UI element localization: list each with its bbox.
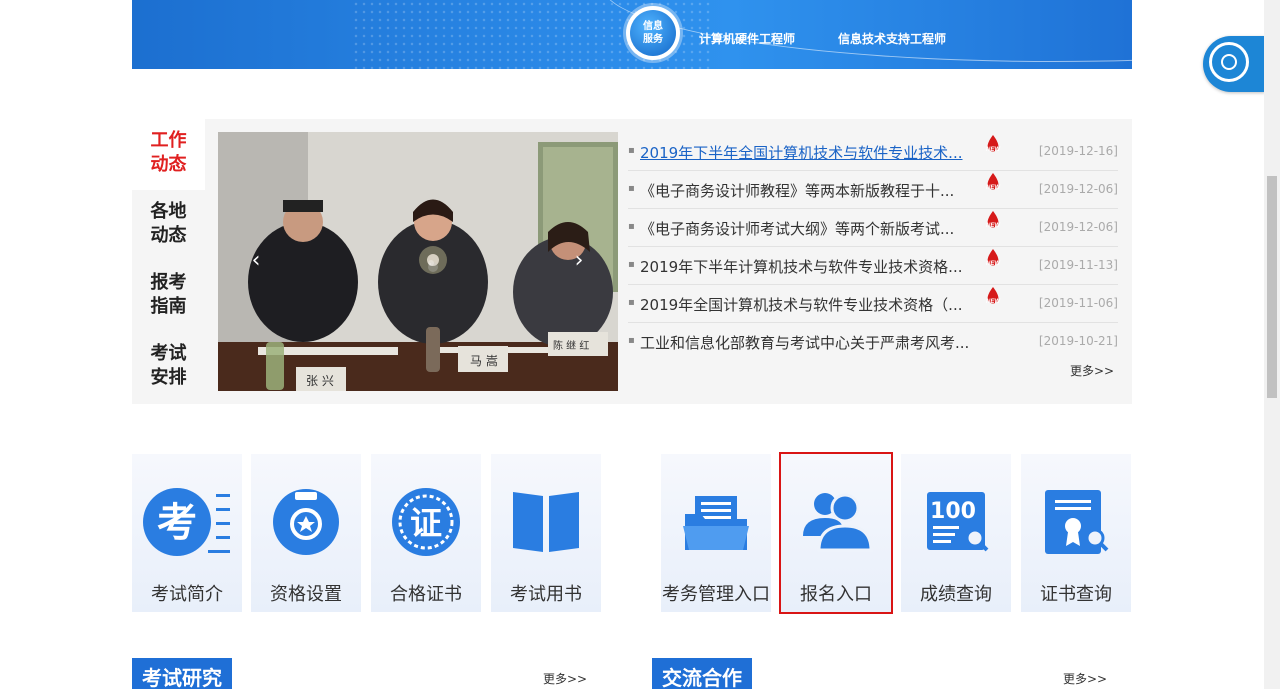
news-date: [2019-12-16]: [1038, 144, 1118, 158]
tab-label: 各地: [150, 201, 187, 222]
nameplate-text: 马 嵩: [470, 354, 498, 368]
bullet-icon: ▪: [628, 221, 635, 232]
tab-exam-schedule[interactable]: 考试 安排: [132, 342, 205, 390]
svg-text:NEW: NEW: [986, 299, 1001, 305]
score-search-icon: 100: [927, 492, 989, 552]
news-title[interactable]: 2019年下半年计算机技术与软件专业技术资格...: [640, 256, 980, 277]
news-title[interactable]: 工业和信息化部教育与考试中心关于严肃考风考...: [640, 332, 990, 353]
tile-exam-books[interactable]: 考试用书: [491, 454, 601, 612]
top-banner: 信息 服务 计算机硬件工程师 信息技术支持工程师: [132, 0, 1132, 69]
news-date: [2019-12-06]: [1038, 220, 1118, 234]
folder-documents-icon: [683, 496, 749, 550]
tile-label: 成绩查询: [920, 584, 992, 605]
new-badge-icon: NEW: [986, 287, 1001, 305]
svg-text:NEW: NEW: [986, 261, 1001, 267]
section-header-exam-research: 考试研究: [132, 658, 232, 689]
section-title: 交流合作: [662, 666, 742, 689]
tile-certificate-query[interactable]: 证书查询: [1021, 454, 1131, 612]
scrollbar-thumb[interactable]: [1267, 176, 1277, 398]
info-service-badge: 信息 服务: [626, 6, 680, 60]
tab-label: 动态: [150, 154, 187, 175]
news-list-item[interactable]: ▪ 2019年下半年计算机技术与软件专业技术资格... NEW [2019-11…: [628, 246, 1118, 285]
tile-qualified-certificate[interactable]: 证 合格证书: [371, 454, 481, 612]
section-title: 考试研究: [142, 666, 222, 689]
tab-label: 工作: [150, 130, 187, 151]
tile-label: 合格证书: [390, 584, 462, 605]
news-date: [2019-12-06]: [1038, 182, 1118, 196]
bullet-icon: ▪: [628, 335, 635, 346]
bullet-icon: ▪: [628, 297, 635, 308]
new-badge-icon: NEW: [986, 249, 1001, 267]
news-more-link[interactable]: 更多>>: [1070, 362, 1114, 379]
exam-intro-icon: 考: [143, 488, 230, 556]
badge-text-line1: 信息: [643, 21, 663, 32]
tile-qualification-settings[interactable]: 资格设置: [251, 454, 361, 612]
tile-label: 考务管理入口: [662, 584, 770, 605]
news-title[interactable]: 《电子商务设计师考试大纲》等两个新版考试...: [640, 218, 980, 239]
tab-label: 考试: [150, 343, 187, 364]
medal-icon: [273, 489, 339, 555]
bullet-icon: ▪: [628, 183, 635, 194]
users-icon: [803, 493, 873, 552]
section-header-exchange-cooperation: 交流合作: [652, 658, 752, 689]
news-list-item[interactable]: ▪ 2019年下半年全国计算机技术与软件专业技术... NEW [2019-12…: [628, 132, 1118, 171]
slider-prev-button[interactable]: ‹: [238, 244, 274, 280]
clock-icon: [1209, 42, 1249, 82]
tile-score-query[interactable]: 100 成绩查询: [901, 454, 1011, 612]
news-date: [2019-11-13]: [1038, 258, 1118, 272]
tab-label: 安排: [150, 367, 187, 388]
news-date: [2019-11-06]: [1038, 296, 1118, 310]
news-list-item[interactable]: ▪ 2019年全国计算机技术与软件专业技术资格（... NEW [2019-11…: [628, 284, 1118, 323]
tile-label: 考试用书: [510, 584, 582, 605]
bullet-icon: ▪: [628, 145, 635, 156]
tab-label: 指南: [150, 296, 187, 317]
exam-research-more-link[interactable]: 更多>>: [543, 670, 587, 687]
news-title[interactable]: 2019年全国计算机技术与软件专业技术资格（...: [640, 294, 980, 315]
floating-clock-widget[interactable]: [1203, 36, 1265, 92]
news-title[interactable]: 2019年下半年全国计算机技术与软件专业技术...: [640, 142, 980, 163]
svg-text:NEW: NEW: [986, 223, 1001, 229]
svg-text:NEW: NEW: [986, 185, 1001, 191]
banner-item-hardware-engineer[interactable]: 计算机硬件工程师: [699, 30, 795, 47]
certificate-search-icon: [1045, 490, 1109, 554]
nameplate-text: 陈 继 红: [553, 341, 590, 352]
badge-text-line2: 服务: [643, 34, 663, 45]
book-icon: [513, 492, 579, 552]
new-badge-icon: NEW: [986, 135, 1001, 153]
tab-label: 动态: [150, 225, 187, 246]
slider-next-button[interactable]: ›: [561, 244, 597, 280]
tile-label: 证书查询: [1040, 584, 1112, 605]
news-list-item[interactable]: ▪ 《电子商务设计师考试大纲》等两个新版考试... NEW [2019-12-0…: [628, 208, 1118, 247]
news-date: [2019-10-21]: [1038, 334, 1118, 348]
bullet-icon: ▪: [628, 259, 635, 270]
news-title[interactable]: 《电子商务设计师教程》等两本新版教程于十...: [640, 180, 980, 201]
news-list-item[interactable]: ▪ 工业和信息化部教育与考试中心关于严肃考风考... [2019-10-21]: [628, 322, 1118, 360]
svg-text:考: 考: [157, 500, 197, 546]
new-badge-icon: NEW: [986, 211, 1001, 229]
tile-exam-management-entry[interactable]: 考务管理入口: [661, 454, 771, 612]
svg-text:NEW: NEW: [986, 147, 1001, 153]
tile-registration-entry[interactable]: 报名入口: [779, 452, 893, 614]
banner-item-it-support-engineer[interactable]: 信息技术支持工程师: [838, 30, 946, 47]
chevron-left-icon: ‹: [251, 248, 261, 273]
news-photo-slider[interactable]: 张 兴 马 嵩 陈 继 红: [218, 132, 618, 391]
news-list-item[interactable]: ▪ 《电子商务设计师教程》等两本新版教程于十... NEW [2019-12-0…: [628, 170, 1118, 209]
nameplate-text: 张 兴: [306, 374, 334, 388]
svg-text:证: 证: [410, 504, 442, 542]
tile-label: 考试简介: [151, 584, 223, 605]
certificate-seal-icon: 证: [392, 488, 460, 556]
svg-text:100: 100: [930, 499, 976, 524]
tab-label: 报考: [150, 272, 187, 293]
chevron-right-icon: ›: [574, 248, 584, 273]
tab-work-news[interactable]: 工作 动态: [132, 119, 205, 190]
meeting-photo: [218, 132, 618, 391]
tile-label: 报名入口: [800, 584, 872, 605]
tab-regional-news[interactable]: 各地 动态: [132, 200, 205, 248]
tile-label: 资格设置: [270, 584, 342, 605]
tile-exam-intro[interactable]: 考 考试简介: [132, 454, 242, 612]
tab-exam-guide[interactable]: 报考 指南: [132, 271, 205, 319]
new-badge-icon: NEW: [986, 173, 1001, 191]
exchange-cooperation-more-link[interactable]: 更多>>: [1063, 670, 1107, 687]
